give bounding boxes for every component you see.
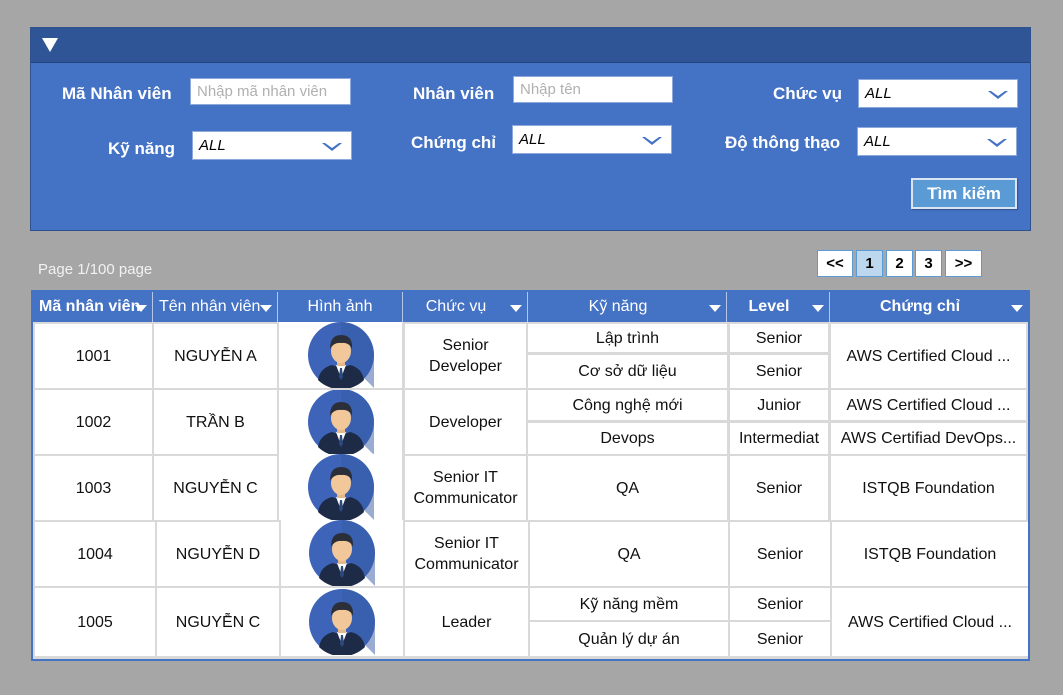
header-photo-label: Hình ảnh bbox=[307, 298, 373, 315]
skill-select[interactable]: ALL bbox=[192, 131, 352, 160]
chevron-down-icon bbox=[642, 137, 662, 145]
cell-employee-name: NGUYỄN A bbox=[154, 324, 277, 388]
position-select-value: ALL bbox=[865, 85, 892, 102]
cell-level: Senior bbox=[730, 355, 828, 388]
cell-photo bbox=[279, 322, 402, 388]
cell-skill: Devops bbox=[528, 423, 727, 454]
header-employee-name-label: Tên nhân viên bbox=[159, 298, 261, 315]
first-page-button[interactable]: << bbox=[817, 250, 853, 277]
page-button-2[interactable]: 2 bbox=[886, 250, 913, 277]
triangle-down-icon[interactable] bbox=[42, 38, 58, 52]
chevron-down-icon[interactable] bbox=[709, 305, 721, 312]
cell-skill: Cơ sở dữ liệu bbox=[528, 355, 727, 388]
header-level[interactable]: Level bbox=[727, 292, 830, 322]
header-employee-name[interactable]: Tên nhân viên bbox=[153, 292, 278, 322]
user-avatar-icon bbox=[307, 322, 374, 388]
cell-level: Senior bbox=[730, 622, 830, 656]
page-button-3[interactable]: 3 bbox=[915, 250, 942, 277]
cell-skill: QA bbox=[528, 456, 727, 520]
header-employee-id-label: Mã nhân viên bbox=[39, 298, 141, 315]
cell-skill: Lập trình bbox=[528, 324, 727, 352]
cell-position: Leader bbox=[405, 588, 528, 656]
header-skill[interactable]: Kỹ năng bbox=[528, 292, 727, 322]
position-label: Chức vụ bbox=[773, 84, 842, 103]
cell-certificate: AWS Certifiad DevOps... bbox=[831, 423, 1026, 454]
certificate-select-value: ALL bbox=[519, 131, 546, 148]
cell-position: Senior Developer bbox=[405, 324, 526, 388]
employee-table: Mã nhân viên Tên nhân viên Hình ảnh Chức… bbox=[31, 290, 1030, 661]
chevron-down-icon[interactable] bbox=[1011, 305, 1023, 312]
cell-position: Senior IT Communicator bbox=[405, 522, 528, 586]
cell-employee-id: 1003 bbox=[35, 456, 152, 520]
certificate-label: Chứng chỉ bbox=[411, 133, 497, 152]
table-body: 1001 NGUYỄN A Senior Developer Lập trình… bbox=[33, 322, 1028, 659]
filter-panel-header[interactable] bbox=[31, 28, 1030, 63]
cell-employee-name: NGUYỄN C bbox=[154, 456, 277, 520]
cell-skill: QA bbox=[530, 522, 728, 586]
skill-label: Kỹ năng bbox=[108, 139, 176, 158]
cell-level: Senior bbox=[730, 588, 830, 620]
last-page-button[interactable]: >> bbox=[945, 250, 982, 277]
cell-skill: Công nghệ mới bbox=[528, 390, 727, 420]
cell-photo bbox=[281, 520, 403, 586]
employee-id-input[interactable]: Nhập mã nhân viên bbox=[190, 78, 351, 105]
cell-level: Senior bbox=[730, 522, 830, 586]
header-photo: Hình ảnh bbox=[278, 292, 403, 322]
cell-employee-id: 1005 bbox=[35, 588, 155, 656]
chevron-down-icon bbox=[987, 139, 1007, 147]
proficiency-select-value: ALL bbox=[864, 133, 891, 150]
filter-panel: Mã Nhân viên Nhập mã nhân viên Nhân viên… bbox=[30, 27, 1031, 231]
header-level-label: Level bbox=[748, 298, 790, 315]
header-skill-label: Kỹ năng bbox=[588, 298, 648, 315]
header-position-label: Chức vụ bbox=[425, 298, 487, 315]
cell-certificate: ISTQB Foundation bbox=[831, 456, 1026, 520]
cell-employee-id: 1002 bbox=[35, 390, 152, 454]
proficiency-label: Độ thông thạo bbox=[725, 133, 841, 152]
chevron-down-icon bbox=[322, 143, 342, 151]
cell-skill: Quản lý dự án bbox=[530, 622, 728, 656]
header-certificate-label: Chứng chỉ bbox=[879, 298, 961, 315]
chevron-down-icon[interactable] bbox=[510, 305, 522, 312]
cell-certificate: AWS Certified Cloud ... bbox=[832, 588, 1028, 656]
user-avatar-icon bbox=[307, 454, 374, 520]
user-avatar-icon bbox=[309, 520, 375, 586]
header-position[interactable]: Chức vụ bbox=[403, 292, 528, 322]
cell-employee-id: 1004 bbox=[35, 522, 155, 586]
user-avatar-icon bbox=[309, 589, 375, 655]
search-button[interactable]: Tìm kiếm bbox=[911, 178, 1017, 209]
cell-level: Junior bbox=[730, 390, 828, 420]
proficiency-select[interactable]: ALL bbox=[857, 127, 1017, 156]
chevron-down-icon[interactable] bbox=[812, 305, 824, 312]
header-employee-id[interactable]: Mã nhân viên bbox=[35, 292, 153, 322]
cell-employee-name: TRẦN B bbox=[154, 390, 277, 454]
cell-employee-name: NGUYỄN C bbox=[157, 588, 279, 656]
header-certificate[interactable]: Chứng chỉ bbox=[830, 292, 1028, 322]
cell-position: Developer bbox=[405, 390, 526, 454]
cell-certificate: ISTQB Foundation bbox=[832, 522, 1028, 586]
cell-employee-id: 1001 bbox=[35, 324, 152, 388]
cell-level: Senior bbox=[730, 456, 828, 520]
cell-photo bbox=[279, 454, 402, 520]
cell-certificate: AWS Certified Cloud ... bbox=[831, 390, 1026, 420]
cell-level: Intermediat bbox=[730, 423, 828, 454]
page-info: Page 1/100 page bbox=[38, 261, 153, 278]
user-avatar-icon bbox=[307, 390, 374, 454]
cell-employee-name: NGUYỄN D bbox=[157, 522, 279, 586]
certificate-select[interactable]: ALL bbox=[512, 125, 672, 154]
employee-name-input[interactable]: Nhập tên bbox=[513, 76, 673, 103]
cell-position: Senior IT Communicator bbox=[405, 456, 526, 520]
chevron-down-icon[interactable] bbox=[260, 305, 272, 312]
page-button-1[interactable]: 1 bbox=[856, 250, 883, 277]
skill-select-value: ALL bbox=[199, 137, 226, 154]
cell-skill: Kỹ năng mềm bbox=[530, 588, 728, 620]
cell-photo bbox=[281, 588, 403, 656]
cell-photo bbox=[279, 390, 402, 454]
employee-name-label: Nhân viên bbox=[413, 84, 495, 103]
position-select[interactable]: ALL bbox=[858, 79, 1018, 108]
chevron-down-icon bbox=[988, 91, 1008, 99]
cell-certificate: AWS Certified Cloud ... bbox=[831, 324, 1026, 388]
employee-id-label: Mã Nhân viên bbox=[62, 84, 172, 103]
chevron-down-icon[interactable] bbox=[135, 305, 147, 312]
cell-level: Senior bbox=[730, 324, 828, 352]
